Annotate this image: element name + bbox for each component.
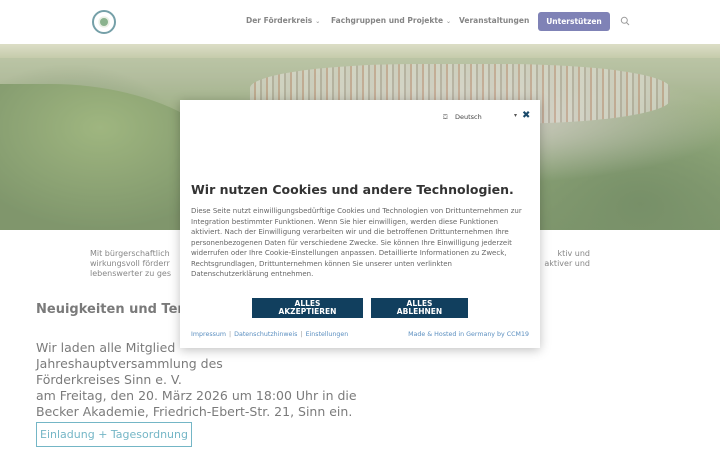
close-icon[interactable]: ✖ bbox=[522, 110, 530, 122]
language-select[interactable]: ⛋ Deutsch ▾ bbox=[443, 111, 517, 123]
language-value: Deutsch bbox=[455, 113, 482, 121]
cookie-description: Diese Seite nutzt einwilligungsbedürftig… bbox=[191, 207, 522, 278]
hosted-by-link[interactable]: Made & Hosted in Germany by CCM19 bbox=[408, 331, 529, 338]
dropdown-icon: ▾ bbox=[513, 112, 517, 119]
accept-all-button[interactable]: ALLES AKZEPTIEREN bbox=[252, 298, 363, 318]
translate-icon: ⛋ bbox=[443, 113, 448, 121]
separator: | bbox=[229, 331, 232, 338]
cookie-consent-dialog: ⛋ Deutsch ▾ ✖ Wir nutzen Cookies und and… bbox=[180, 100, 540, 348]
cookie-footer-links: Impressum | Datenschutzhinweis | Einstellung… bbox=[191, 331, 348, 338]
imprint-link[interactable]: Impressum bbox=[191, 331, 226, 338]
cookie-title: Wir nutzen Cookies und andere Technologi… bbox=[191, 182, 514, 197]
accept-label-line: AKZEPTIEREN bbox=[278, 307, 337, 316]
separator: | bbox=[300, 331, 303, 338]
settings-link[interactable]: Einstellungen bbox=[306, 331, 349, 338]
privacy-link[interactable]: Datenschutzhinweis bbox=[234, 331, 297, 338]
reject-label-line: ABLEHNEN bbox=[396, 307, 443, 316]
reject-all-button[interactable]: ALLES ABLEHNEN bbox=[371, 298, 468, 318]
